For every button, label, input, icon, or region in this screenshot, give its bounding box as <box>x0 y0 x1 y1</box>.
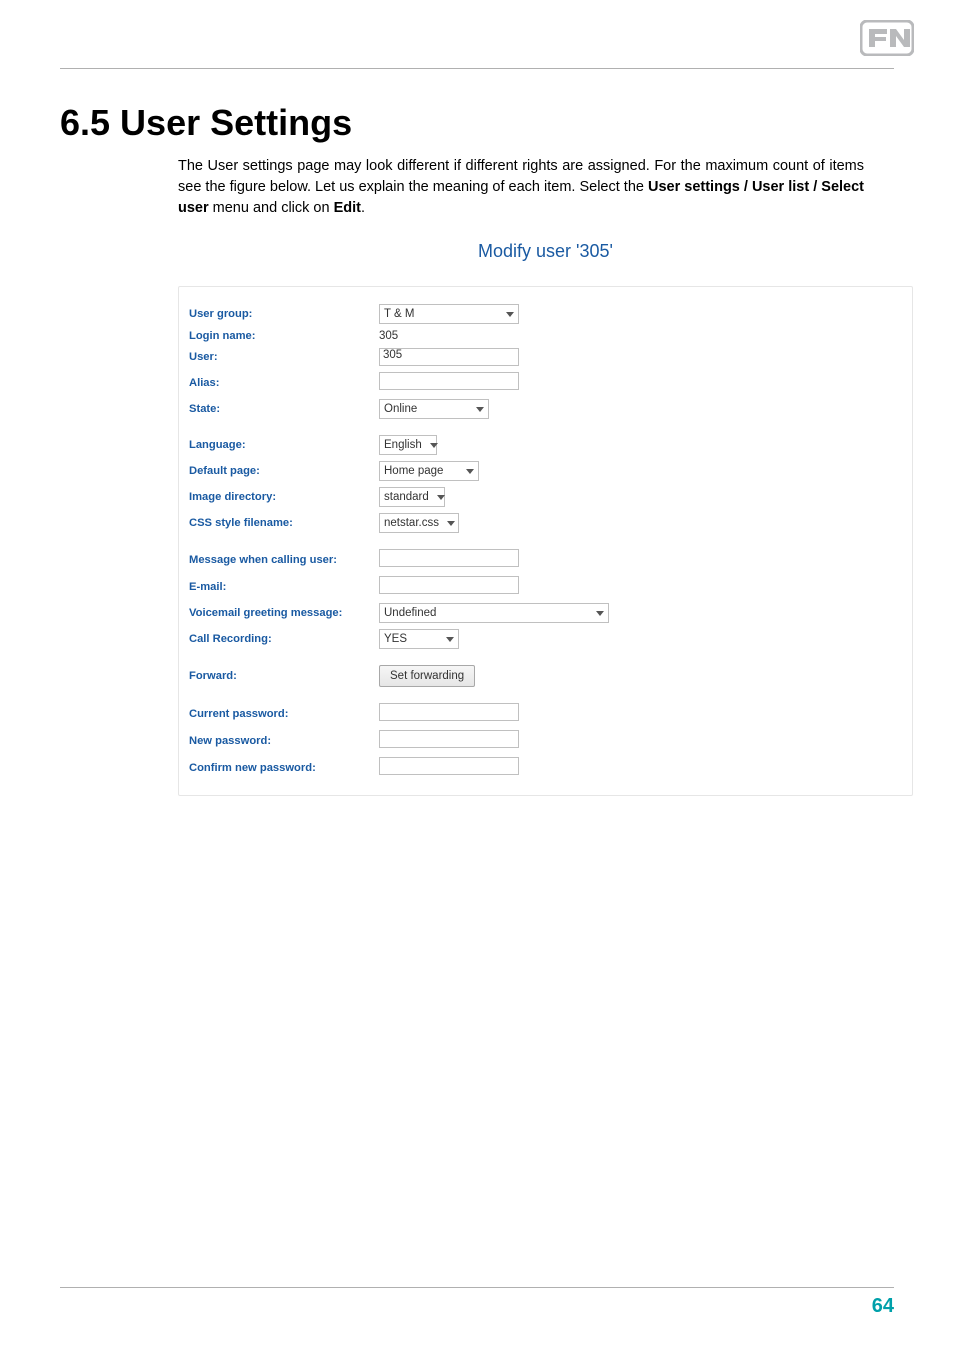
label-login-name: Login name: <box>189 327 379 345</box>
row-css-style: CSS style filename: netstar.css <box>189 510 902 536</box>
select-state[interactable]: Online <box>379 399 489 419</box>
select-user-group-value: T & M <box>384 308 414 320</box>
input-alias[interactable] <box>379 372 519 390</box>
label-email: E-mail: <box>189 573 379 600</box>
label-new-password: New password: <box>189 727 379 754</box>
select-default-page[interactable]: Home page <box>379 461 479 481</box>
row-call-recording: Call Recording: YES <box>189 626 902 652</box>
input-confirm-password[interactable] <box>379 757 519 775</box>
row-alias: Alias: <box>189 369 902 396</box>
label-image-directory: Image directory: <box>189 484 379 510</box>
select-user-group[interactable]: T & M <box>379 304 519 324</box>
input-message-calling[interactable] <box>379 549 519 567</box>
input-new-password[interactable] <box>379 730 519 748</box>
page-container: 6.5 User Settings The User settings page… <box>0 0 954 1350</box>
row-voicemail: Voicemail greeting message: Undefined <box>189 600 902 626</box>
label-language: Language: <box>189 432 379 458</box>
label-alias: Alias: <box>189 369 379 396</box>
row-image-directory: Image directory: standard <box>189 484 902 510</box>
row-current-password: Current password: <box>189 700 902 727</box>
label-css-style: CSS style filename: <box>189 510 379 536</box>
input-user[interactable]: 305 <box>379 348 519 366</box>
chevron-down-icon <box>447 521 455 526</box>
row-email: E-mail: <box>189 573 902 600</box>
select-voicemail-value: Undefined <box>384 607 436 619</box>
section-heading: 6.5 User Settings <box>60 102 894 144</box>
chevron-down-icon <box>437 495 445 500</box>
select-state-value: Online <box>384 403 417 415</box>
row-forward: Forward: Set forwarding <box>189 662 902 690</box>
label-state: State: <box>189 396 379 422</box>
value-login-name: 305 <box>379 330 398 342</box>
label-forward: Forward: <box>189 662 379 690</box>
label-call-recording: Call Recording: <box>189 626 379 652</box>
label-message-calling: Message when calling user: <box>189 546 379 573</box>
select-language[interactable]: English <box>379 435 437 455</box>
label-user: User: <box>189 345 379 369</box>
row-user: User: 305 <box>189 345 902 369</box>
chevron-down-icon <box>466 469 474 474</box>
set-forwarding-button[interactable]: Set forwarding <box>379 665 475 687</box>
select-call-recording-value: YES <box>384 633 407 645</box>
row-login-name: Login name: 305 <box>189 327 902 345</box>
label-voicemail: Voicemail greeting message: <box>189 600 379 626</box>
select-call-recording[interactable]: YES <box>379 629 459 649</box>
input-current-password[interactable] <box>379 703 519 721</box>
select-image-directory[interactable]: standard <box>379 487 445 507</box>
intro-edit: Edit <box>334 200 361 216</box>
row-user-group: User group: T & M <box>189 301 902 327</box>
label-default-page: Default page: <box>189 458 379 484</box>
row-new-password: New password: <box>189 727 902 754</box>
brand-logo <box>860 20 914 56</box>
figure-title: Modify user '305' <box>178 241 913 262</box>
settings-panel: User group: T & M Login name: 305 User: … <box>178 286 913 796</box>
page-number: 64 <box>872 1295 894 1318</box>
select-css-style-value: netstar.css <box>384 517 439 529</box>
select-default-page-value: Home page <box>384 465 443 477</box>
row-message-calling: Message when calling user: <box>189 546 902 573</box>
select-image-directory-value: standard <box>384 491 429 503</box>
row-language: Language: English <box>189 432 902 458</box>
footer-divider <box>60 1287 894 1288</box>
label-confirm-password: Confirm new password: <box>189 754 379 781</box>
header-divider <box>60 68 894 69</box>
label-user-group: User group: <box>189 301 379 327</box>
intro-text3: . <box>361 200 365 216</box>
chevron-down-icon <box>596 611 604 616</box>
chevron-down-icon <box>446 637 454 642</box>
label-current-password: Current password: <box>189 700 379 727</box>
intro-text2: menu and click on <box>209 200 334 216</box>
chevron-down-icon <box>476 407 484 412</box>
intro-paragraph: The User settings page may look differen… <box>178 156 864 219</box>
row-default-page: Default page: Home page <box>189 458 902 484</box>
input-email[interactable] <box>379 576 519 594</box>
chevron-down-icon <box>430 443 438 448</box>
row-confirm-password: Confirm new password: <box>189 754 902 781</box>
select-language-value: English <box>384 439 422 451</box>
chevron-down-icon <box>506 312 514 317</box>
select-css-style[interactable]: netstar.css <box>379 513 459 533</box>
row-state: State: Online <box>189 396 902 422</box>
screenshot-figure: Modify user '305' User group: T & M Logi… <box>178 241 913 796</box>
select-voicemail[interactable]: Undefined <box>379 603 609 623</box>
